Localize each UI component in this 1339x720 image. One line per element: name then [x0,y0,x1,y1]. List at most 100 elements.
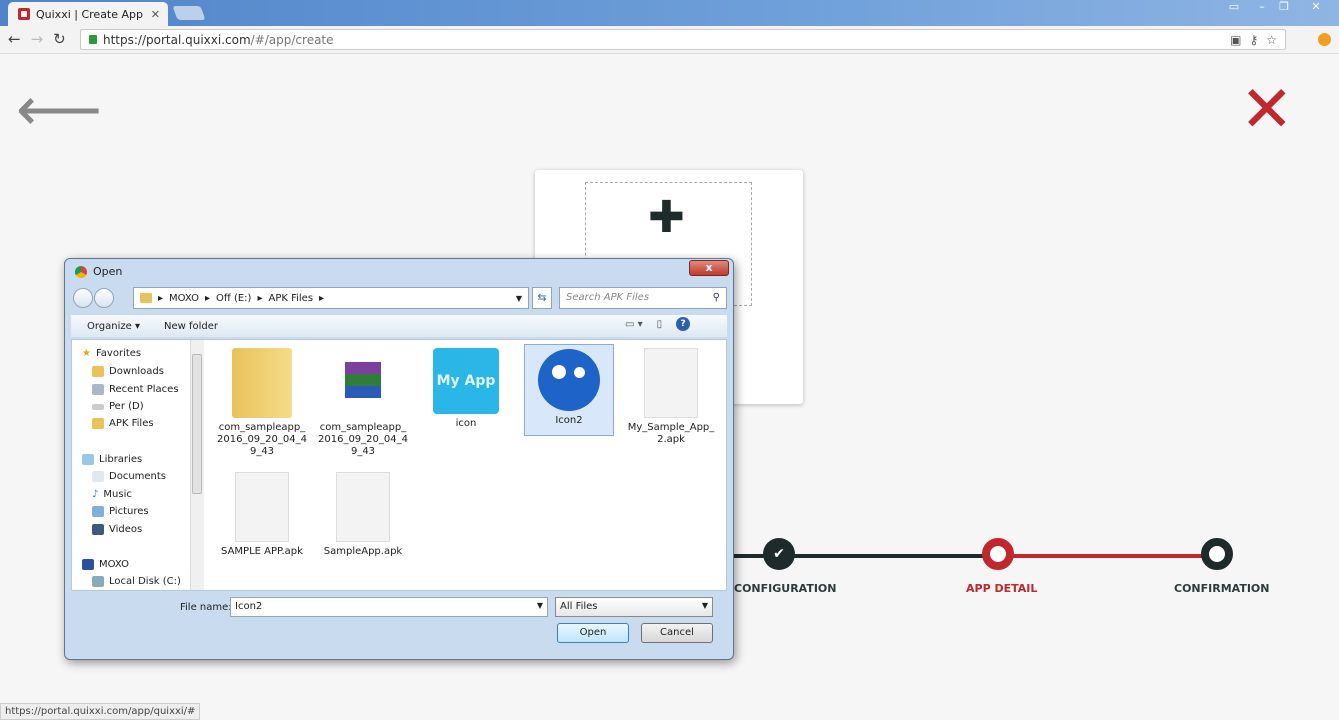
breadcrumb[interactable]: ▸ MOXO ▸ Off (E:) ▸ APK Files ▸ ▼ [133,287,529,309]
folder-icon [232,348,292,418]
refresh-icon[interactable]: ⇆ [532,287,552,309]
file-name-value: Icon2 [235,601,263,612]
file-item[interactable]: My_Sample_App_2.apk [626,348,716,446]
file-item-selected[interactable]: Icon2 [524,344,614,436]
open-file-dialog: Open x ▸ MOXO ▸ Off (E:) ▸ APK Files ▸ ▼ ⇆ S… [64,258,734,660]
file-name: com_sampleapp_2016_09_20_04_49_43 [318,422,408,457]
tree-label: Favorites [95,348,142,359]
progress-stepper: ✔ CONFIGURATION APP DETAIL CONFIRMATION [734,538,1334,598]
robot-image-icon [538,349,600,411]
cast-icon[interactable]: ▣ [1230,33,1241,47]
step-label: CONFIRMATION [1174,582,1270,595]
close-x-button[interactable]: ✕ [1240,78,1294,142]
downloads-icon [92,366,104,377]
tree-computer[interactable]: MOXO [82,559,129,570]
tab-title: Quixxi | Create App [36,7,143,21]
breadcrumb-item[interactable]: Off (E:) [216,293,251,304]
step-configuration-check-icon: ✔ [763,538,795,570]
tree-item[interactable]: Videos [92,524,142,535]
new-folder-button[interactable]: New folder [164,321,218,332]
back-arrow-button[interactable]: ⟵ [16,80,102,140]
extension-icon[interactable] [1318,33,1331,46]
tree-item[interactable]: ♪ Music [92,489,132,500]
key-icon[interactable]: ⚷ [1249,33,1258,47]
maximize-button[interactable]: ❐ [1273,0,1295,16]
address-bar[interactable]: https://portal.quixxi.com/#/app/create ▣ ⚷… [80,29,1286,50]
chrome-icon [75,265,87,278]
status-bar-url: https://portal.quixxi.com/app/quixxi/# [0,703,201,720]
forward-icon[interactable]: → [31,30,44,48]
lock-icon [89,35,97,44]
file-item[interactable]: My App icon [421,348,511,430]
videos-icon [92,524,104,535]
view-options-icon[interactable]: ▭ ▾ [625,319,643,330]
navigation-tree: ★ Favorites Downloads Recent Places Per (… [72,340,204,590]
tree-item[interactable]: Recent Places [92,384,179,395]
breadcrumb-item[interactable]: APK Files [268,293,313,304]
tree-label: Music [103,489,132,500]
step-label: CONFIGURATION [734,582,837,595]
drive-icon [92,403,104,410]
file-item[interactable]: SampleApp.apk [318,472,408,558]
cancel-button[interactable]: Cancel [641,623,713,643]
file-name-label: File name: [180,602,232,613]
tab-close-icon[interactable]: ✕ [151,8,160,21]
file-name: icon [455,418,477,429]
browser-tab[interactable]: Quixxi | Create App ✕ [8,2,168,26]
preview-pane-icon[interactable]: ▯ [657,319,663,330]
user-icon[interactable]: ▭ [1223,0,1245,16]
tree-label: Documents [109,471,167,482]
close-window-button[interactable]: ✕ [1305,0,1327,16]
folder-icon [92,418,104,429]
dialog-forward-button[interactable] [94,288,114,308]
url-path: /#/app/create [250,32,334,47]
file-type-select[interactable]: All Files ▼ [555,597,713,617]
local-disk-icon [92,576,104,587]
tree-libraries[interactable]: Libraries [82,454,142,465]
minimize-button[interactable]: – [1251,0,1273,16]
organize-button[interactable]: Organize ▾ [87,321,140,332]
file-item[interactable]: com_sampleapp_2016_09_20_04_49_43 [318,348,408,458]
step-line-active [998,554,1218,558]
help-icon[interactable]: ? [676,317,691,331]
file-icon [336,472,390,542]
tree-item[interactable]: Pictures [92,506,149,517]
breadcrumb-item[interactable]: MOXO [169,293,199,304]
tree-item[interactable]: Per (D) [92,401,144,412]
folder-icon [140,293,152,303]
chevron-down-icon[interactable]: ▼ [537,601,543,613]
tree-label: Libraries [99,454,143,465]
file-name: SAMPLE APP.apk [221,546,303,557]
tree-favorites[interactable]: ★ Favorites [82,348,141,359]
file-item[interactable]: SAMPLE APP.apk [217,472,307,558]
reload-icon[interactable]: ↻ [53,30,66,48]
tree-label: Videos [109,524,143,535]
chevron-down-icon[interactable]: ▼ [516,294,522,303]
tree-item[interactable]: Documents [92,471,166,482]
url-host: https://portal.quixxi.com [103,32,251,47]
tree-label: APK Files [109,418,154,429]
file-name: com_sampleapp_2016_09_20_04_49_43 [217,422,307,457]
tree-item[interactable]: APK Files [92,418,154,429]
music-icon: ♪ [92,489,99,500]
file-name: My_Sample_App_2.apk [627,422,715,445]
file-name-input[interactable]: Icon2 ▼ [230,597,548,617]
tree-label: Local Disk (C:) [109,576,181,587]
computer-icon [82,559,94,570]
file-item[interactable]: com_sampleapp_2016_09_20_04_49_43 [217,348,307,458]
file-name: SampleApp.apk [323,546,403,557]
libraries-icon [82,454,94,465]
tree-label: Recent Places [109,384,179,395]
scrollbar-thumb[interactable] [192,354,202,494]
star-icon[interactable]: ☆ [1266,33,1277,47]
open-button[interactable]: Open [557,623,629,643]
step-label: APP DETAIL [966,582,1038,595]
back-icon[interactable]: ← [8,30,21,48]
search-input[interactable]: Search APK Files ⚲ [559,287,727,309]
tree-item[interactable]: Local Disk (C:) [92,576,181,587]
new-tab-button[interactable] [172,6,206,20]
tree-item[interactable]: Downloads [92,366,164,377]
dialog-close-button[interactable]: x [689,260,729,276]
dialog-back-button[interactable] [73,288,93,308]
dialog-title: Open [93,265,123,278]
